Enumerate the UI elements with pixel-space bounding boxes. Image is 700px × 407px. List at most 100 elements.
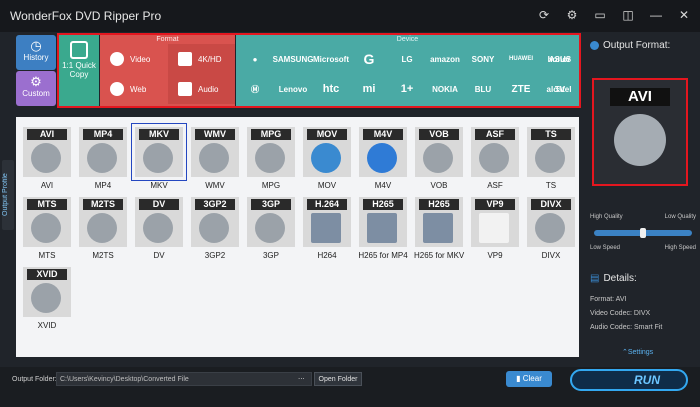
device-zte[interactable]: ZTE <box>502 74 540 104</box>
format-tile[interactable]: H.264 H264 <box>302 197 352 260</box>
format-tile[interactable]: MP4 MP4 <box>78 127 128 190</box>
format-tile[interactable]: M2TS M2TS <box>78 197 128 260</box>
output-profile-tab[interactable]: Output Profile <box>2 160 14 230</box>
output-folder-label: Output Folder: <box>12 376 57 383</box>
device-amazon[interactable]: amazon <box>426 44 464 74</box>
format-category: Format Video Web 4K/HD Audio <box>100 35 235 106</box>
output-format-heading: Output Format: <box>590 40 700 51</box>
device-microsoft[interactable]: Microsoft <box>312 44 350 74</box>
cart-icon[interactable]: ◫ <box>620 7 636 23</box>
web-category-button[interactable]: Web <box>100 74 166 104</box>
device-asus[interactable] <box>578 44 579 74</box>
format-name: DV <box>153 251 165 260</box>
4k-category-button[interactable]: 4K/HD <box>168 44 235 74</box>
format-tile[interactable]: MTS MTS <box>22 197 72 260</box>
custom-tab[interactable]: ⚙ Custom <box>16 71 56 106</box>
output-folder-field[interactable]: C:\Users\Kevincy\Desktop\Converted File <box>56 372 312 386</box>
output-format-preview[interactable]: AVI <box>592 78 688 186</box>
video-category-button[interactable]: Video <box>100 44 166 74</box>
format-tile[interactable]: M4V M4V <box>358 127 408 190</box>
format-icon: TS <box>527 127 575 177</box>
video-label: Video <box>130 54 151 64</box>
format-icon: H.264 <box>303 197 351 247</box>
title-bar-icons: ⟳ ⚙ ▭ ◫ — ✕ <box>536 7 692 23</box>
format-tile[interactable]: 3GP2 3GP2 <box>190 197 240 260</box>
format-badge: VOB <box>419 129 459 140</box>
format-name: MP4 <box>94 181 112 190</box>
device-apple[interactable]: ● <box>236 44 274 74</box>
chat-icon[interactable]: ▭ <box>592 7 608 23</box>
minimize-icon[interactable]: — <box>648 7 664 23</box>
encoder-icon <box>311 213 341 243</box>
clear-button[interactable]: ▮ Clear <box>506 371 552 387</box>
format-tile[interactable]: VP9 VP9 <box>470 197 520 260</box>
device-sony[interactable]: SONY <box>464 44 502 74</box>
web-label: Web <box>130 84 147 94</box>
format-icon: VP9 <box>471 197 519 247</box>
window-title: WonderFox DVD Ripper Pro <box>10 9 162 23</box>
device-oneplus[interactable]: 1+ <box>388 74 426 104</box>
quality-slider-handle[interactable] <box>640 228 646 238</box>
format-icon: 3GP2 <box>191 197 239 247</box>
device-lg[interactable]: LG <box>388 44 426 74</box>
gear-icon[interactable]: ⚙ <box>564 7 580 23</box>
format-tile[interactable]: H265 H265 for MP4 <box>358 197 408 260</box>
clear-label: Clear <box>522 374 542 383</box>
format-icon: MPG <box>247 127 295 177</box>
format-name: ASF <box>487 181 503 190</box>
format-icon: H265 <box>415 197 463 247</box>
format-tile[interactable]: MPG MPG <box>246 127 296 190</box>
device-samsung[interactable]: SAMSUNG <box>273 44 314 74</box>
audio-category-button[interactable]: Audio <box>168 74 235 104</box>
device-lenovo[interactable]: Lenovo <box>274 74 312 104</box>
format-tile[interactable]: TS TS <box>526 127 576 190</box>
device-htc[interactable]: htc <box>312 74 350 104</box>
camcorder-icon <box>31 213 61 243</box>
quality-slider[interactable] <box>594 228 692 238</box>
format-tile-selected[interactable]: MKV MKV <box>131 123 187 190</box>
device-motorola[interactable]: Ⓜ <box>236 74 274 104</box>
device-nokia[interactable]: NOKIA <box>426 74 464 104</box>
device-blu[interactable]: BLU <box>464 74 502 104</box>
device-google[interactable]: G <box>350 44 388 74</box>
quicktime-icon <box>311 143 341 173</box>
format-name: AVI <box>40 181 54 190</box>
device-tv[interactable]: TV <box>542 74 578 104</box>
format-name: H265 for MKV <box>414 251 465 260</box>
format-detail: Format: AVI <box>590 296 627 303</box>
close-icon[interactable]: ✕ <box>676 7 692 23</box>
settings-label: Settings <box>627 349 654 356</box>
format-badge: DIVX <box>531 199 571 210</box>
format-icon: DIVX <box>527 197 575 247</box>
bottom-bar: Output Folder: C:\Users\Kevincy\Desktop\… <box>0 367 700 407</box>
format-tile[interactable]: MOV MOV <box>302 127 352 190</box>
device-asus-label[interactable]: ASUS <box>542 44 578 74</box>
history-tab[interactable]: ◷ History <box>16 35 56 70</box>
quick-copy-label: 1:1 Quick Copy <box>62 61 96 79</box>
format-name: VP9 <box>487 251 503 260</box>
format-tile[interactable]: WMV WMV <box>190 127 240 190</box>
format-tile[interactable]: AVI AVI <box>22 127 72 190</box>
details-heading: ▤ Details: <box>590 273 637 284</box>
format-badge: MKV <box>139 129 179 140</box>
format-tile[interactable]: 3GP 3GP <box>246 197 296 260</box>
format-tile[interactable]: H265 H265 for MKV <box>414 197 464 260</box>
settings-button[interactable]: ⌃Settings <box>622 348 653 356</box>
device-mi[interactable]: mi <box>350 74 388 104</box>
format-tile[interactable]: XVID XVID <box>22 267 72 330</box>
format-badge: 3GP2 <box>195 199 235 210</box>
quick-copy-button[interactable]: 1:1 Quick Copy <box>59 35 99 106</box>
browse-button[interactable]: ... <box>298 372 305 381</box>
run-button[interactable]: RUN <box>570 369 688 391</box>
open-folder-button[interactable]: Open Folder <box>314 372 362 386</box>
low-speed-label: Low Speed <box>590 245 621 251</box>
format-tile[interactable]: VOB VOB <box>414 127 464 190</box>
device-huawei[interactable]: HUAWEI <box>502 44 540 74</box>
format-tile[interactable]: DV DV <box>134 197 184 260</box>
format-badge: MOV <box>307 129 347 140</box>
format-tile[interactable]: DIVX DIVX <box>526 197 576 260</box>
gear-icon: ⚙ <box>30 74 42 89</box>
format-name: DIVX <box>541 251 561 260</box>
format-tile[interactable]: ASF ASF <box>470 127 520 190</box>
refresh-icon[interactable]: ⟳ <box>536 7 552 23</box>
